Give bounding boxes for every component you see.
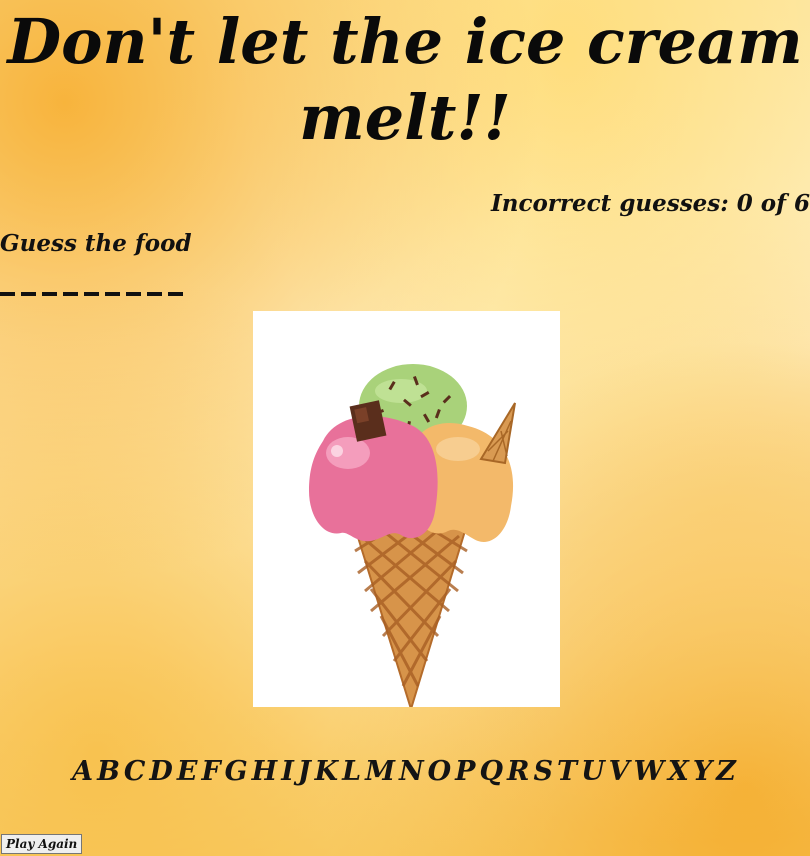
letter-blank [0, 292, 15, 296]
ice-cream-image [253, 311, 560, 707]
letter-g[interactable]: G [225, 756, 250, 787]
letter-blank [126, 292, 141, 296]
letter-b[interactable]: B [97, 756, 122, 787]
letter-blank [84, 292, 99, 296]
ice-cream-cone-icon [309, 364, 516, 707]
letter-e[interactable]: E [177, 756, 200, 787]
letter-x[interactable]: X [668, 756, 691, 787]
letter-u[interactable]: U [581, 756, 607, 787]
letter-p[interactable]: P [455, 756, 477, 787]
cone-shape [353, 521, 468, 707]
letter-blank [168, 292, 183, 296]
letter-t[interactable]: T [557, 756, 579, 787]
play-again-button[interactable]: Play Again [1, 834, 83, 854]
letter-s[interactable]: S [533, 756, 555, 787]
letter-r[interactable]: R [507, 756, 531, 787]
letter-blank [42, 292, 57, 296]
letter-j[interactable]: J [298, 756, 313, 787]
letter-k[interactable]: K [315, 756, 340, 787]
letter-blank [105, 292, 120, 296]
letter-i[interactable]: I [281, 756, 296, 787]
word-blanks [0, 292, 183, 296]
letter-d[interactable]: D [149, 756, 174, 787]
letter-n[interactable]: N [399, 756, 426, 787]
letter-h[interactable]: H [252, 756, 280, 787]
game-title: Don't let the ice cream melt!! [7, 5, 803, 154]
letter-f[interactable]: F [201, 756, 222, 787]
letter-q[interactable]: Q [479, 756, 505, 787]
letter-blank [21, 292, 36, 296]
letter-l[interactable]: L [342, 756, 363, 787]
letter-blank [63, 292, 78, 296]
letter-picker: ABCDEFGHIJKLMNOPQRSTUVWXYZ [0, 756, 810, 787]
letter-o[interactable]: O [428, 756, 454, 787]
guess-prompt: Guess the food [0, 230, 192, 257]
letter-y[interactable]: Y [693, 756, 714, 787]
letter-w[interactable]: W [634, 756, 666, 787]
letter-z[interactable]: Z [716, 756, 738, 787]
letter-c[interactable]: C [124, 756, 148, 787]
letter-blank [147, 292, 162, 296]
incorrect-guesses-counter: Incorrect guesses: 0 of 6 [490, 190, 810, 217]
letter-v[interactable]: V [609, 756, 632, 787]
letter-a[interactable]: A [72, 756, 95, 787]
letter-m[interactable]: M [365, 756, 397, 787]
